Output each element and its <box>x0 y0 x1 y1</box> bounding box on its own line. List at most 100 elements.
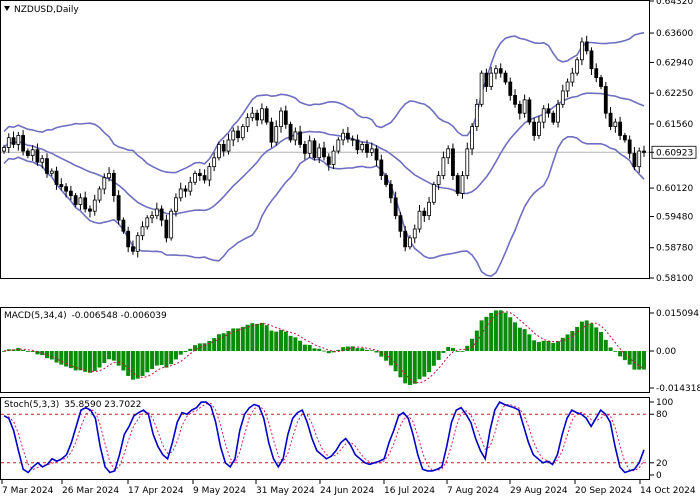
macd-histogram-bar <box>632 351 637 370</box>
candle-body-up <box>107 172 111 179</box>
candle-body-up <box>307 140 312 154</box>
macd-histogram-bar <box>513 322 518 352</box>
macd-histogram-bar <box>508 317 513 352</box>
price-tick-label: 0.59480 <box>656 213 693 223</box>
candle-body-down <box>513 95 517 105</box>
macd-histogram-bar <box>460 351 465 352</box>
macd-histogram-bar <box>479 320 484 352</box>
macd-histogram-bar <box>546 340 551 352</box>
macd-histogram-bar <box>183 351 188 353</box>
candle-body-up <box>49 170 54 174</box>
macd-histogram-bar <box>322 350 326 352</box>
candle-body-up <box>465 148 470 176</box>
candle-body-down <box>88 208 92 212</box>
price-tick-label: 0.63600 <box>656 29 693 39</box>
price-tick-label: 0.64320 <box>656 0 693 7</box>
macd-histogram-bar <box>293 337 298 352</box>
macd-histogram-bar <box>83 351 88 372</box>
price-tick-label: 0.58780 <box>656 244 693 254</box>
candle-body-down <box>64 186 68 192</box>
stoch-tick-label: 20 <box>656 459 668 469</box>
candle-body-down <box>11 137 16 145</box>
candle-body-up <box>293 131 298 141</box>
macd-histogram-bar <box>212 338 217 352</box>
price-tick-label: 0.58100 <box>656 274 693 284</box>
candle-body-down <box>551 112 556 123</box>
candle-body-down <box>283 110 288 125</box>
macd-histogram-bar <box>92 351 97 372</box>
macd-histogram-bar <box>446 346 451 352</box>
candle-body-up <box>240 126 245 139</box>
date-tick-label: 26 Mar 2024 <box>62 486 119 496</box>
macd-histogram-bar <box>188 348 193 352</box>
current-price-label: 0.60923 <box>656 148 693 158</box>
candle-body-up <box>226 139 231 152</box>
macd-histogram-bar <box>298 340 303 352</box>
candle-body-up <box>441 157 446 176</box>
macd-histogram-bar <box>608 347 613 352</box>
macd-histogram-bar <box>613 351 618 352</box>
candle-body-down <box>384 175 388 185</box>
macd-histogram-bar <box>279 329 284 352</box>
macd-histogram-bar <box>135 351 140 379</box>
candle-body-down <box>121 219 126 232</box>
triangle-down-icon[interactable] <box>4 6 10 11</box>
candle-body-down <box>532 121 537 136</box>
date-tick-label: 24 Jun 2024 <box>320 486 374 496</box>
macd-histogram-bar <box>599 331 604 352</box>
macd-histogram-bar <box>345 346 350 352</box>
price-tick-label: 0.62250 <box>656 89 693 99</box>
candle-body-down <box>484 72 489 87</box>
candle-body-up <box>174 197 178 212</box>
macd-histogram-bar <box>54 351 59 363</box>
date-tick-label: 31 May 2024 <box>256 486 315 496</box>
macd-histogram-bar <box>288 335 293 352</box>
candle-body-down <box>302 143 307 154</box>
candle-body-down <box>498 68 503 74</box>
date-tick-label: 20 Sep 2024 <box>575 486 632 496</box>
date-tick-label: 29 Aug 2024 <box>510 486 568 496</box>
candle-body-down <box>73 195 78 205</box>
macd-histogram-bar <box>498 310 503 352</box>
candle-body-up <box>522 99 527 114</box>
candle-body-up <box>154 208 159 217</box>
macd-histogram-bar <box>565 334 570 352</box>
macd-histogram-bar <box>412 351 417 384</box>
candle-body-down <box>374 148 379 161</box>
macd-label-name: MACD(5,34,4) <box>4 311 67 321</box>
candle-body-up <box>279 110 283 127</box>
candle-body-up <box>560 90 565 105</box>
candle-body-up <box>207 166 212 181</box>
macd-histogram-bar <box>121 351 126 371</box>
candle-body-up <box>217 143 221 159</box>
candle-body-up <box>556 103 560 123</box>
candle-body-up <box>193 172 197 183</box>
candle-body-down <box>59 184 64 188</box>
macd-histogram-bar <box>575 326 580 352</box>
macd-histogram-bar <box>193 345 198 352</box>
macd-histogram-bar <box>216 334 221 352</box>
candle-body-up <box>570 72 575 83</box>
candle-body-down <box>594 68 599 78</box>
candle-body-up <box>178 188 183 199</box>
macd-histogram-bar <box>145 351 150 373</box>
macd-histogram-bar <box>178 351 183 355</box>
candle-body-up <box>150 215 154 219</box>
macd-histogram-bar <box>269 330 274 352</box>
macd-histogram-bar <box>49 351 54 360</box>
macd-histogram-bar <box>384 351 389 361</box>
candle-body-up <box>474 103 479 127</box>
chart-canvas[interactable]: 0.64320 0.63600 0.62940 0.62250 0.61560 0.609… <box>0 0 700 500</box>
macd-histogram-bar <box>64 351 69 367</box>
price-tick-label: 0.61560 <box>656 120 693 130</box>
candle-body-up <box>460 175 465 194</box>
macd-histogram-bar <box>436 351 441 360</box>
candle-body-down <box>503 72 508 83</box>
macd-histogram-bar <box>536 341 541 352</box>
stoch-layer <box>1 401 649 474</box>
candle-body-down <box>451 148 455 176</box>
macd-histogram-bar <box>517 327 522 352</box>
macd-histogram-bar <box>527 334 532 352</box>
macd-histogram-bar <box>169 351 174 365</box>
macd-histogram-bar <box>240 326 245 352</box>
